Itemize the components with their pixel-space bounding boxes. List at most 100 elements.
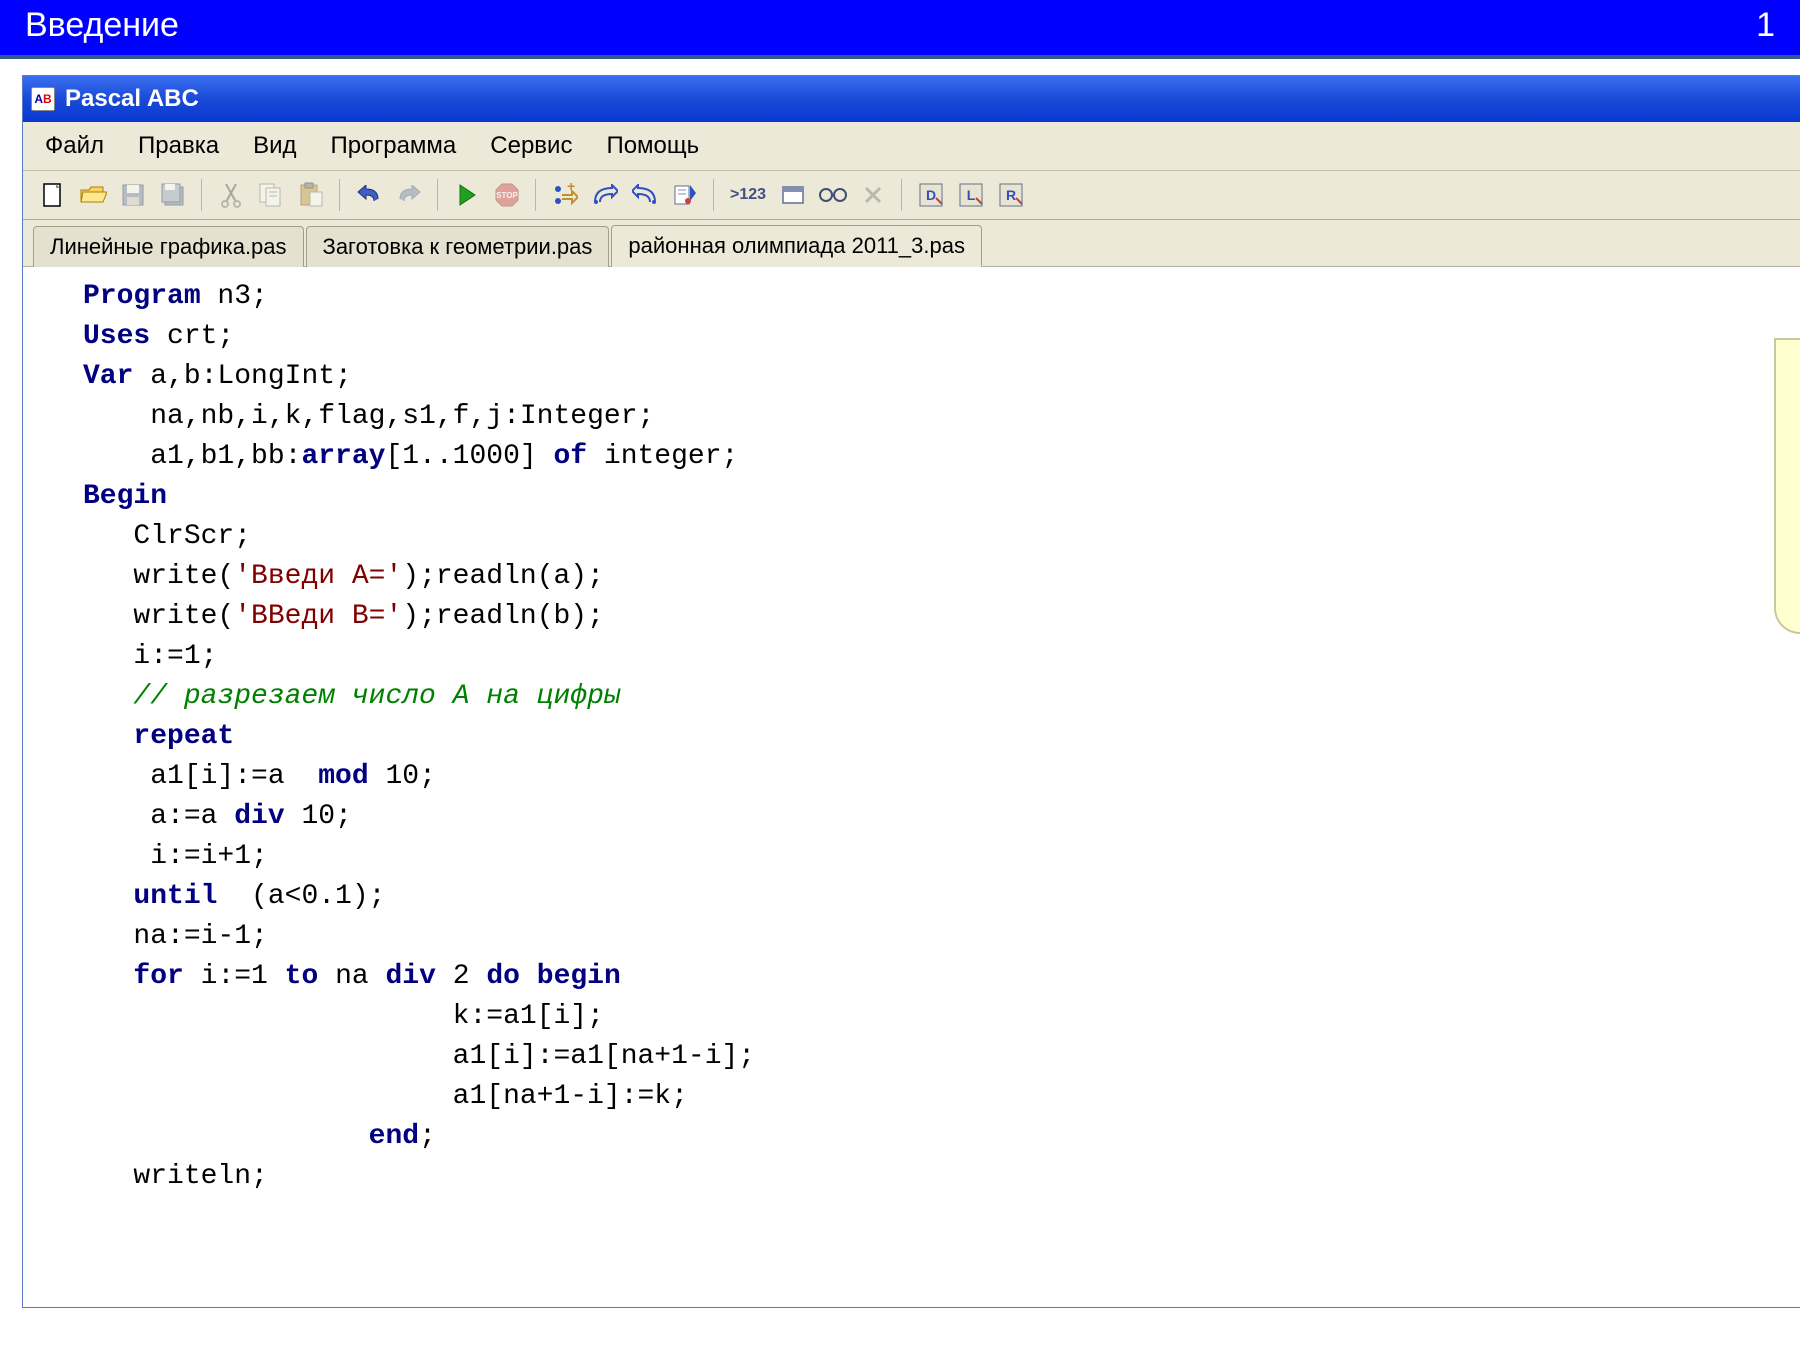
code-text: (a<0.1);	[217, 881, 385, 912]
toolbar-separator	[201, 179, 203, 211]
code-kw: mod	[318, 761, 368, 792]
open-file-button[interactable]	[75, 177, 111, 213]
code-text: a1[na+1-i]:=k;	[83, 1081, 688, 1112]
slide-page: 1	[1756, 6, 1775, 45]
breakpoint-button[interactable]: >123	[725, 177, 771, 213]
code-kw: until	[133, 881, 217, 912]
paste-button[interactable]	[293, 177, 329, 213]
step-out-button[interactable]	[627, 177, 663, 213]
menu-help[interactable]: Помощь	[598, 128, 707, 164]
code-text: 2	[436, 961, 486, 992]
code-text: i:=1	[184, 961, 285, 992]
toolbar-separator	[535, 179, 537, 211]
titlebar-text: Pascal ABC	[65, 85, 199, 113]
code-kw: of	[553, 441, 587, 472]
code-kw: Program	[83, 281, 201, 312]
new-file-button[interactable]	[35, 177, 71, 213]
code-text: k:=a1[i];	[83, 1001, 604, 1032]
sticky-note	[1774, 338, 1800, 634]
code-text: na	[318, 961, 385, 992]
svg-text:STOP: STOP	[496, 191, 518, 200]
code-kw: div	[234, 801, 284, 832]
delete-button[interactable]	[855, 177, 891, 213]
code-kw: to	[285, 961, 319, 992]
svg-text:D: D	[926, 187, 936, 203]
code-kw: for	[133, 961, 183, 992]
svg-text:+: +	[567, 183, 575, 194]
code-kw: Uses	[83, 321, 150, 352]
code-kw: end	[369, 1121, 419, 1152]
code-text: n3;	[201, 281, 268, 312]
code-text: ;	[419, 1121, 436, 1152]
stop-button[interactable]: STOP	[489, 177, 525, 213]
code-comment: // разрезаем число А на цифры	[83, 681, 621, 712]
window-button[interactable]	[775, 177, 811, 213]
toolbar-separator	[713, 179, 715, 211]
code-kw: div	[386, 961, 436, 992]
debug-r-button[interactable]: R	[993, 177, 1029, 213]
code-text: [1..1000]	[385, 441, 553, 472]
code-text: a1,b1,bb:	[83, 441, 301, 472]
step-into-button[interactable]: +	[547, 177, 583, 213]
code-text: a1[i]:=a	[83, 761, 318, 792]
slide-title: Введение	[25, 6, 179, 45]
code-text: integer;	[587, 441, 738, 472]
menu-program[interactable]: Программа	[323, 128, 465, 164]
code-kw: do	[486, 961, 520, 992]
debug-l-button[interactable]: L	[953, 177, 989, 213]
code-text: writeln;	[83, 1161, 268, 1192]
toolbar-separator	[901, 179, 903, 211]
menubar: Файл Правка Вид Программа Сервис Помощь	[23, 122, 1800, 171]
app-icon: AB	[31, 87, 55, 111]
code-text: 10;	[369, 761, 436, 792]
code-kw: repeat	[133, 721, 234, 752]
undo-button[interactable]	[351, 177, 387, 213]
code-str: 'Введи A='	[234, 561, 402, 592]
code-text: );readln(a);	[402, 561, 604, 592]
menu-edit[interactable]: Правка	[130, 128, 227, 164]
code-editor[interactable]: Program n3; Uses crt; Var a,b:LongInt; n…	[23, 267, 1800, 1307]
code-kw: Var	[83, 361, 133, 392]
code-kw: array	[301, 441, 385, 472]
save-button[interactable]	[115, 177, 151, 213]
code-text: a1[i]:=a1[na+1-i];	[83, 1041, 755, 1072]
toolbar: STOP + >123 D L R	[23, 171, 1800, 220]
step-over-button[interactable]	[587, 177, 623, 213]
code-text: na,nb,i,k,flag,s1,f,j:Integer;	[83, 401, 654, 432]
titlebar[interactable]: AB Pascal ABC	[23, 76, 1800, 122]
cut-button[interactable]	[213, 177, 249, 213]
code-text: na:=i-1;	[83, 921, 268, 952]
redo-button[interactable]	[391, 177, 427, 213]
menu-file[interactable]: Файл	[37, 128, 112, 164]
svg-text:L: L	[967, 187, 976, 203]
run-button[interactable]	[449, 177, 485, 213]
run-to-cursor-button[interactable]	[667, 177, 703, 213]
code-text: a,b:LongInt;	[133, 361, 351, 392]
tab-file-3[interactable]: районная олимпиада 2011_3.pas	[611, 225, 982, 267]
menu-service[interactable]: Сервис	[482, 128, 580, 164]
code-text: );readln(b);	[402, 601, 604, 632]
debug-d-button[interactable]: D	[913, 177, 949, 213]
slide-header: Введение 1	[0, 0, 1800, 59]
copy-button[interactable]	[253, 177, 289, 213]
code-kw: begin	[537, 961, 621, 992]
svg-text:R: R	[1006, 187, 1016, 203]
code-text: write(	[83, 601, 234, 632]
app-window: AB Pascal ABC Файл Правка Вид Программа …	[22, 75, 1800, 1308]
tab-file-1[interactable]: Линейные графика.pas	[33, 226, 304, 267]
tab-file-2[interactable]: Заготовка к геометрии.pas	[306, 226, 610, 267]
save-all-button[interactable]	[155, 177, 191, 213]
code-text: crt;	[150, 321, 234, 352]
code-text: i:=i+1;	[83, 841, 268, 872]
toolbar-separator	[339, 179, 341, 211]
code-str: 'ВВеди В='	[234, 601, 402, 632]
menu-view[interactable]: Вид	[245, 128, 304, 164]
code-text: ClrScr;	[83, 521, 251, 552]
code-text: 10;	[285, 801, 352, 832]
code-text: write(	[83, 561, 234, 592]
code-text: a:=a	[83, 801, 234, 832]
code-kw: Begin	[83, 481, 167, 512]
watch-button[interactable]	[815, 177, 851, 213]
toolbar-separator	[437, 179, 439, 211]
code-text: i:=1;	[83, 641, 217, 672]
